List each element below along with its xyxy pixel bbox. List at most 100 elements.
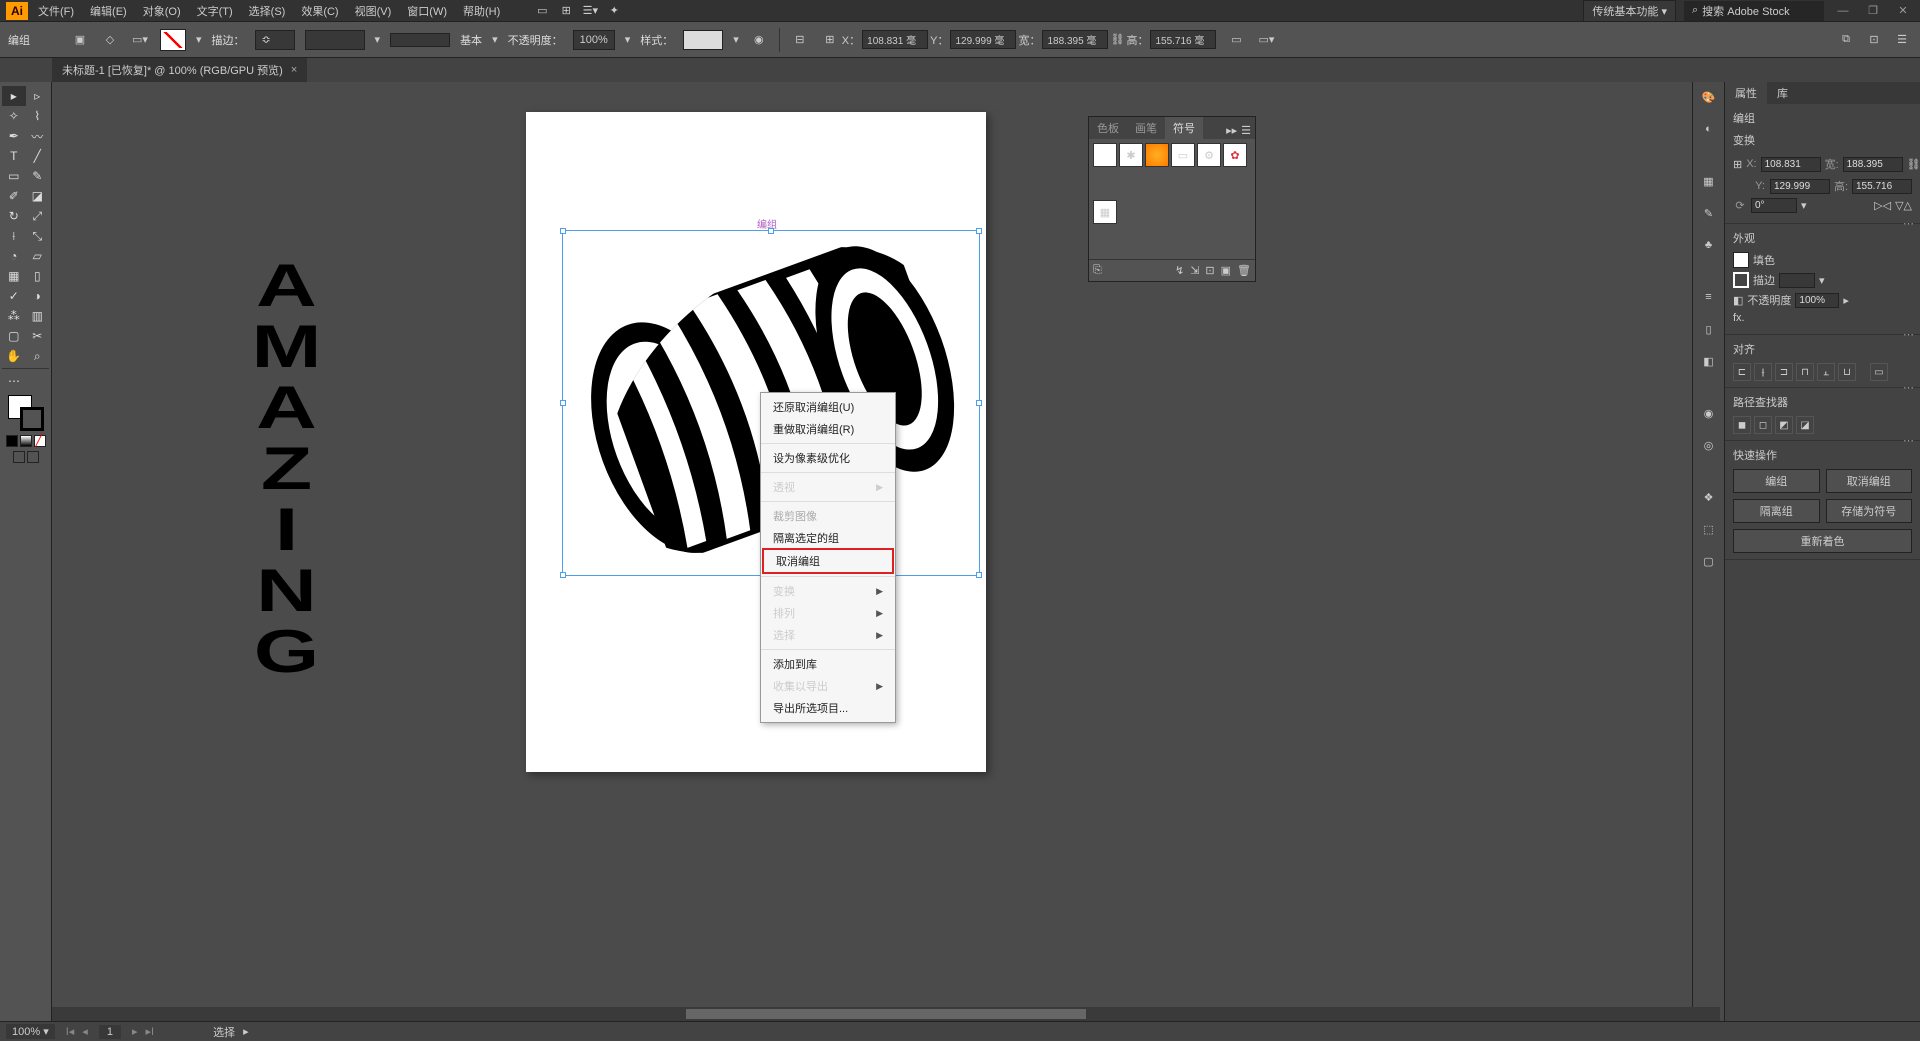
workspace-switcher[interactable]: 传统基本功能 ▾ — [1583, 0, 1676, 22]
recolor-icon[interactable]: ◉ — [749, 30, 769, 50]
symbol-item[interactable] — [1145, 143, 1169, 167]
align-vcenter[interactable]: ⫠ — [1817, 363, 1835, 381]
zoom-level[interactable]: 100% ▾ — [6, 1024, 55, 1039]
rotate-tool[interactable]: ↻ — [2, 206, 26, 226]
prop-h[interactable] — [1852, 179, 1912, 194]
close-tab-icon[interactable]: × — [291, 64, 297, 76]
btn-ungroup[interactable]: 取消编组 — [1826, 469, 1913, 493]
ctx-pixel-perfect[interactable]: 设为像素级优化 — [761, 447, 895, 469]
stroke-weight[interactable]: ≎ — [255, 30, 295, 50]
screen-mode-switches[interactable] — [2, 451, 49, 463]
prop-y[interactable] — [1770, 179, 1830, 194]
gradient-tool[interactable]: ▯ — [26, 266, 50, 286]
prop-angle[interactable] — [1751, 198, 1797, 213]
scale-tool[interactable]: ⤢ — [26, 206, 50, 226]
style-swatch[interactable] — [683, 30, 723, 50]
menu-help[interactable]: 帮助(H) — [457, 1, 506, 21]
artboard-navigation[interactable]: ▸▸I — [129, 1025, 157, 1038]
panel-collapse-icon[interactable]: ▸▸ — [1226, 124, 1237, 137]
stroke-profile[interactable] — [390, 33, 450, 47]
symbol-lib-icon[interactable]: ⎘ — [1093, 264, 1102, 277]
hand-tool[interactable]: ✋ — [2, 346, 26, 366]
opacity-input[interactable]: 100% — [573, 30, 615, 50]
artboard-tool[interactable]: ▢ — [2, 326, 26, 346]
tab-libraries[interactable]: 库 — [1767, 82, 1798, 104]
ctx-arrange[interactable]: 排列▶ — [761, 602, 895, 624]
ctx-collect-export[interactable]: 收集以导出▶ — [761, 675, 895, 697]
window-close[interactable]: ✕ — [1892, 4, 1914, 18]
x-input[interactable]: 108.831 毫 — [862, 30, 928, 49]
type-tool[interactable]: T — [2, 146, 26, 166]
align-panel-icon[interactable]: ⊟ — [790, 30, 810, 50]
tab-properties[interactable]: 属性 — [1725, 82, 1767, 104]
graph-tool[interactable]: ▥ — [26, 306, 50, 326]
menu-view[interactable]: 视图(V) — [349, 1, 398, 21]
isolate-icon[interactable]: ⧉ — [1836, 30, 1856, 50]
fill-stroke-control[interactable] — [8, 395, 44, 431]
fill-color-icon[interactable] — [1733, 252, 1749, 268]
btn-isolate[interactable]: 隔离组 — [1733, 499, 1820, 523]
stroke-panel-icon[interactable]: ≡ — [1698, 286, 1720, 308]
stroke-var[interactable] — [305, 30, 365, 50]
menu-effect[interactable]: 效果(C) — [295, 1, 344, 21]
menu-edit[interactable]: 编辑(E) — [84, 1, 133, 21]
btn-group[interactable]: 编组 — [1733, 469, 1820, 493]
symbols-icon[interactable]: ♣ — [1698, 234, 1720, 256]
direct-select-tool[interactable]: ▹ — [26, 86, 50, 106]
artboard-navigation[interactable]: I◂◂ — [63, 1025, 91, 1038]
fx-label[interactable]: fx. — [1733, 312, 1745, 324]
pf-more-icon[interactable]: ⋯ — [1903, 434, 1914, 447]
perspective-tool[interactable]: ▱ — [26, 246, 50, 266]
y-input[interactable]: 129.999 毫 — [950, 30, 1016, 49]
pf-minus[interactable]: ◻ — [1754, 416, 1772, 434]
pf-exclude[interactable]: ◪ — [1796, 416, 1814, 434]
free-transform-tool[interactable]: ⤡ — [26, 226, 50, 246]
align-top[interactable]: ⊓ — [1796, 363, 1814, 381]
symbol-item[interactable]: ▦ — [1093, 200, 1117, 224]
edit-icon[interactable]: ⊡ — [1864, 30, 1884, 50]
symbol-item[interactable]: ✿ — [1223, 143, 1247, 167]
ctx-isolate-group[interactable]: 隔离选定的组 — [761, 527, 895, 549]
graphic-styles-icon[interactable]: ◎ — [1698, 434, 1720, 456]
tab-swatches[interactable]: 色板 — [1089, 117, 1127, 139]
symbol-break-icon[interactable]: ⇲ — [1190, 264, 1199, 277]
toolbox-toggle[interactable]: ⋯ — [2, 371, 26, 391]
flip-v-icon[interactable]: ▽△ — [1895, 199, 1912, 212]
pen-tool[interactable]: ✒ — [2, 126, 26, 146]
fill-swatch[interactable] — [160, 29, 186, 51]
transparency-icon[interactable]: ◧ — [1698, 350, 1720, 372]
asset-export-icon[interactable]: ⬚ — [1698, 518, 1720, 540]
horizontal-scrollbar[interactable] — [52, 1007, 1720, 1021]
align-bottom[interactable]: ⊔ — [1838, 363, 1856, 381]
align-right[interactable]: ⊐ — [1775, 363, 1793, 381]
canvas[interactable]: AMAZING — [52, 82, 1692, 1021]
w-input[interactable]: 188.395 毫 — [1042, 30, 1108, 49]
stroke-color-icon[interactable] — [1733, 272, 1749, 288]
ref-point-icon[interactable]: ⊞ — [820, 30, 840, 50]
symbol-item[interactable] — [1093, 143, 1117, 167]
status-dd-icon[interactable]: ▸ — [243, 1025, 249, 1038]
layers-icon[interactable]: ❖ — [1698, 486, 1720, 508]
ctx-add-to-library[interactable]: 添加到库 — [761, 653, 895, 675]
pf-intersect[interactable]: ◩ — [1775, 416, 1793, 434]
symbol-new-icon[interactable]: ▣ — [1221, 264, 1231, 277]
ctx-export-selection[interactable]: 导出所选项目... — [761, 697, 895, 719]
eyedropper-tool[interactable]: ✓ — [2, 286, 26, 306]
symbol-delete-icon[interactable]: 🗑 — [1237, 264, 1251, 277]
window-restore[interactable]: ❐ — [1862, 4, 1884, 18]
h-input[interactable]: 155.716 毫 — [1150, 30, 1216, 49]
eraser-tool[interactable]: ◪ — [26, 186, 50, 206]
lasso-tool[interactable]: ⌇ — [26, 106, 50, 126]
opacity-input[interactable] — [1795, 293, 1839, 308]
align-hcenter[interactable]: ⫲ — [1754, 363, 1772, 381]
curvature-tool[interactable]: 〰 — [26, 126, 50, 146]
document-tab[interactable]: 未标题-1 [已恢复]* @ 100% (RGB/GPU 预览) × — [52, 58, 307, 82]
mesh-tool[interactable]: ▦ — [2, 266, 26, 286]
flip-h-icon[interactable]: ▷◁ — [1874, 199, 1891, 212]
blend-tool[interactable]: ◑ — [26, 286, 50, 306]
btn-save-symbol[interactable]: 存储为符号 — [1826, 499, 1913, 523]
prop-w[interactable] — [1843, 157, 1903, 172]
line-tool[interactable]: ╱ — [26, 146, 50, 166]
link-wh-icon[interactable]: ⛓ — [1110, 33, 1124, 46]
color-mode-switches[interactable]: ╱ — [2, 435, 49, 447]
